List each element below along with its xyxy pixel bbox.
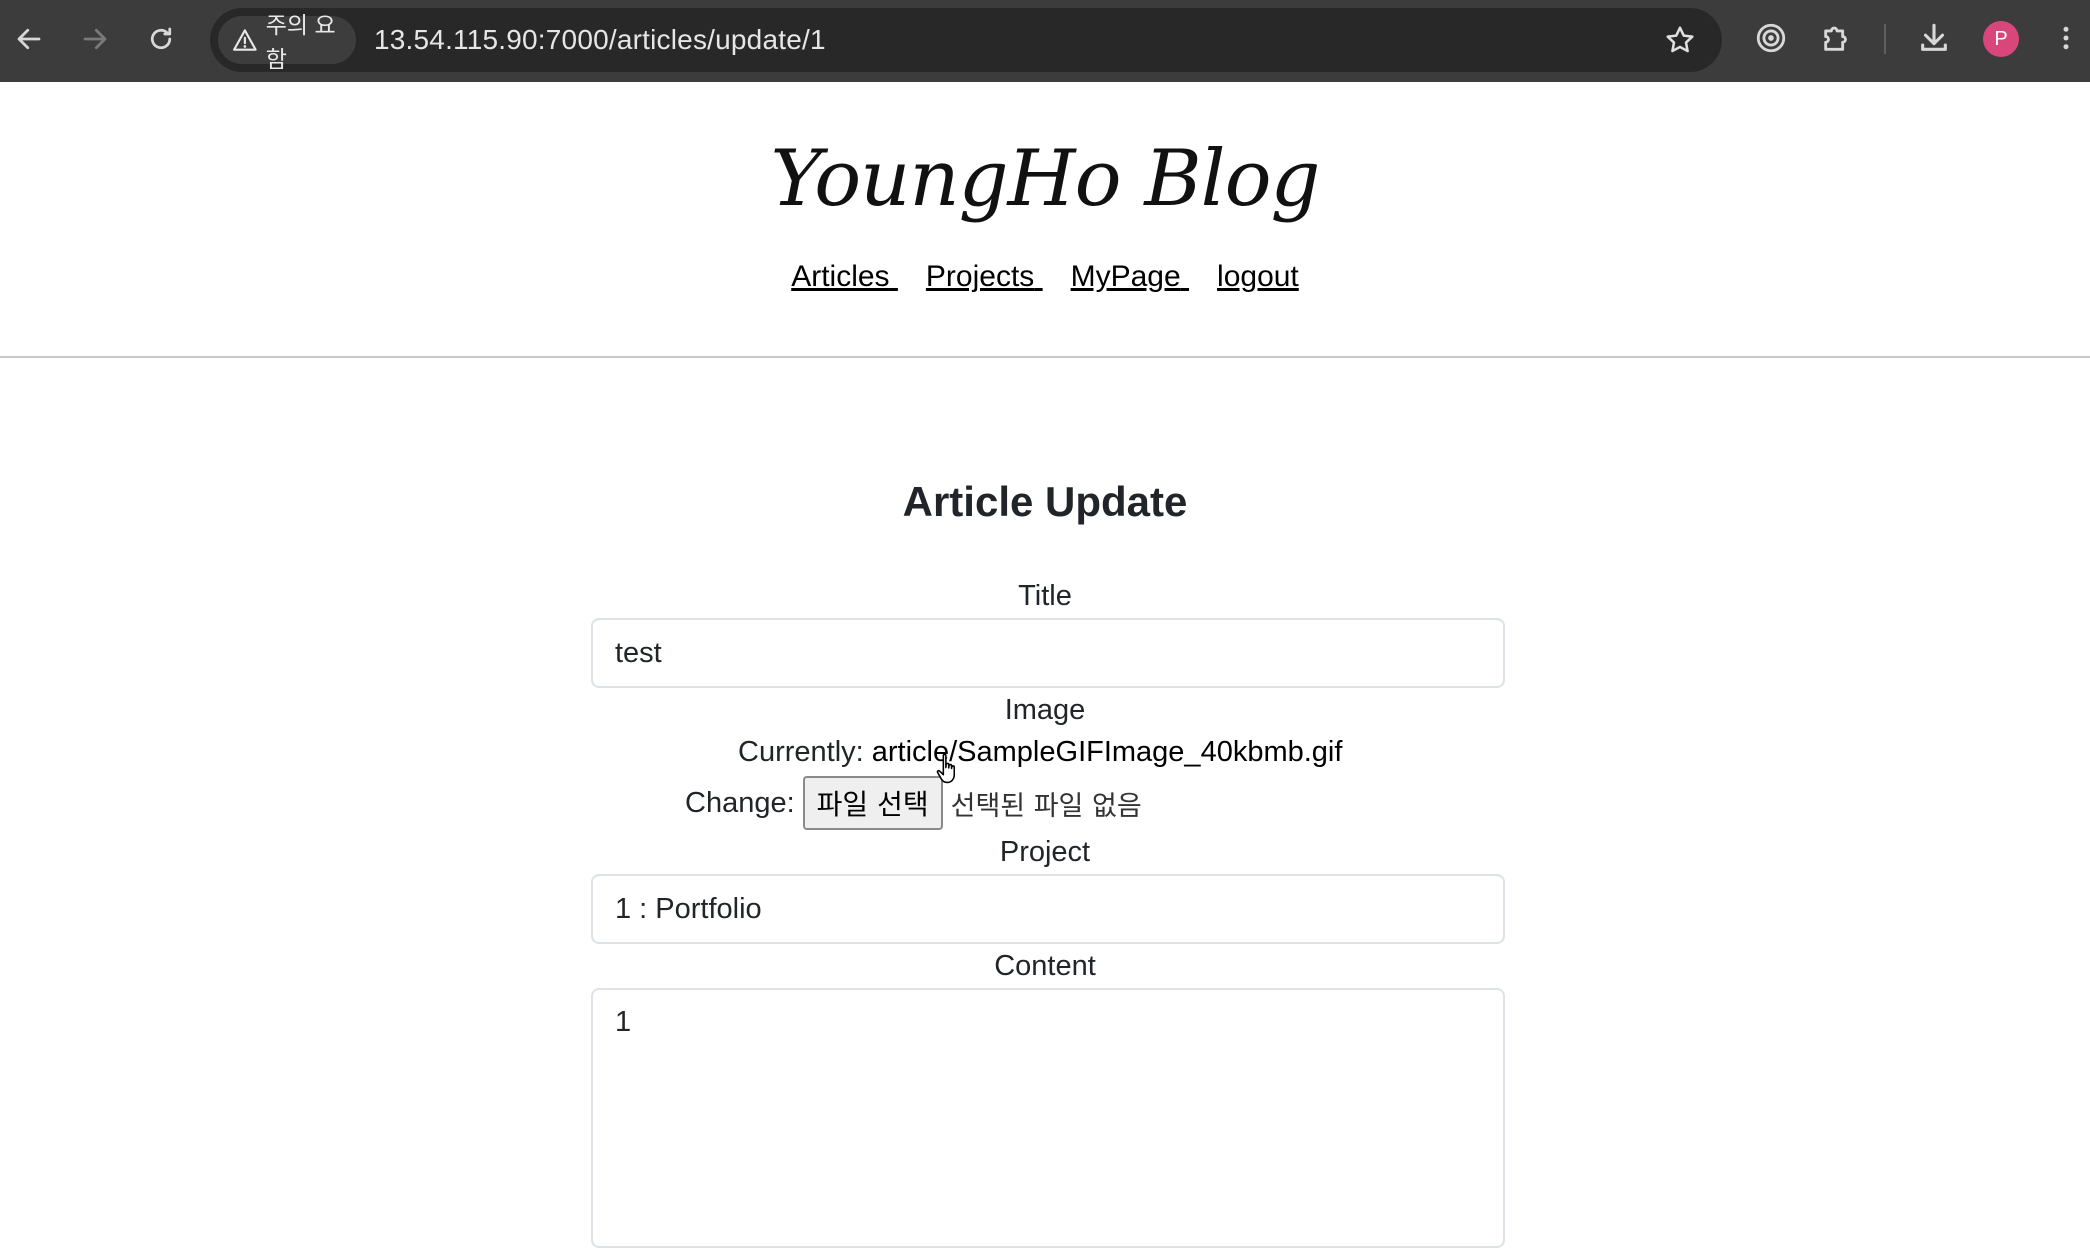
puzzle-icon	[1824, 26, 1847, 51]
content-textarea-value: 1	[615, 1006, 632, 1038]
nav-link-mypage[interactable]: MyPage	[1071, 260, 1189, 294]
extensions-button[interactable]	[1819, 20, 1855, 56]
site-brand: YoungHo Blog	[770, 134, 1320, 224]
project-select[interactable]: 1 : Portfolio	[591, 874, 1505, 944]
toolbar-divider	[1884, 24, 1886, 54]
nav-link-projects[interactable]: Projects	[926, 260, 1043, 294]
security-chip[interactable]: 주의 요함	[218, 12, 356, 72]
content-label: Content	[994, 950, 1096, 982]
site-nav: Articles Projects MyPage logout	[0, 260, 2090, 294]
project-label: Project	[999, 836, 1091, 868]
reload-button[interactable]	[132, 10, 190, 68]
profile-avatar[interactable]: P	[1983, 21, 2019, 57]
change-label: Change:	[685, 786, 795, 819]
title-input-value: test	[615, 636, 662, 669]
page-title: Article Update	[902, 478, 1188, 525]
arrow-left-icon	[17, 28, 41, 50]
image-label: Image	[1004, 694, 1086, 726]
currently-label: Currently:	[738, 736, 864, 768]
current-image-row: Currently: article/SampleGIFImage_40kbmb…	[738, 736, 1342, 769]
warning-icon	[233, 29, 257, 51]
downloads-button[interactable]	[1916, 20, 1952, 56]
url-text[interactable]: 13.54.115.90:7000/articles/update/1	[374, 8, 826, 72]
browser-menu-button[interactable]	[2048, 20, 2084, 56]
security-chip-label: 주의 요함	[265, 12, 336, 72]
nav-link-logout[interactable]: logout	[1217, 260, 1299, 294]
site-header: YoungHo Blog Articles Projects MyPage lo…	[0, 82, 2090, 358]
title-label: Title	[1018, 580, 1072, 612]
arrow-right-icon	[83, 28, 107, 50]
target-icon	[1756, 23, 1786, 53]
address-bar[interactable]: 주의 요함 13.54.115.90:7000/articles/update/…	[210, 8, 1722, 72]
choose-file-button[interactable]: 파일 선택	[802, 776, 943, 830]
browser-toolbar: 주의 요함 13.54.115.90:7000/articles/update/…	[0, 0, 2090, 82]
content-textarea[interactable]: 1	[591, 988, 1505, 1248]
bookmark-star-icon[interactable]	[1664, 24, 1696, 56]
download-icon	[1921, 23, 1947, 51]
project-select-value: 1 : Portfolio	[615, 892, 762, 925]
back-button[interactable]	[0, 10, 58, 68]
reload-icon	[150, 27, 172, 50]
no-file-selected-text: 선택된 파일 없음	[950, 790, 1142, 822]
change-image-row: Change: 파일 선택 선택된 파일 없음	[685, 776, 1142, 830]
media-control-button[interactable]	[1753, 20, 1789, 56]
forward-button[interactable]	[66, 10, 124, 68]
more-vert-icon	[2063, 26, 2069, 50]
hand-cursor-icon	[936, 753, 956, 784]
nav-link-articles[interactable]: Articles	[791, 260, 898, 294]
title-input[interactable]: test	[591, 618, 1505, 688]
